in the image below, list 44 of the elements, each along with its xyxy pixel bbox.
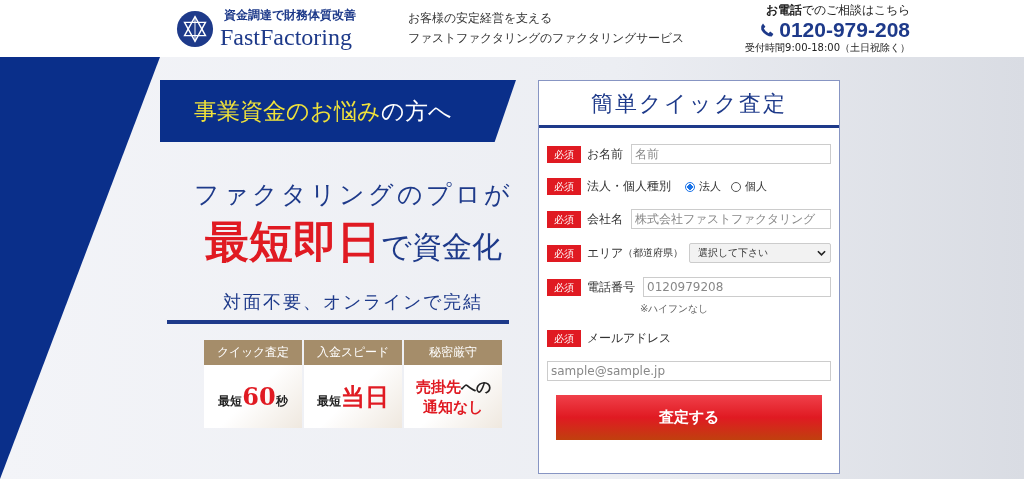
- phone-number[interactable]: 0120-979-208: [779, 19, 910, 41]
- header-catchphrase: ファストファクタリングのファクタリングサービス: [408, 30, 685, 47]
- header-catchphrase: お客様の安定経営を支える: [408, 10, 553, 27]
- feature-title: 入金スピード: [304, 340, 402, 365]
- feature-title: 秘密厳守: [404, 340, 502, 365]
- subheadline: 対面不要、オンラインで完結: [167, 290, 509, 324]
- headline-text: ファクタリングのプロが: [192, 179, 513, 211]
- required-badge: 必須: [547, 278, 581, 296]
- required-badge: 必須: [547, 145, 581, 163]
- input-field[interactable]: 株式会社ファストファクタリング: [631, 209, 831, 229]
- input-field[interactable]: 名前: [631, 144, 831, 164]
- field-label: メールアドレス: [587, 330, 671, 347]
- required-badge: 必須: [547, 330, 581, 347]
- required-badge: 必須: [547, 244, 581, 262]
- field-hint: ※ハイフンなし: [640, 302, 710, 316]
- field-label: お名前: [587, 145, 623, 163]
- form-title: 簡単クイック査定: [539, 81, 839, 128]
- input-field[interactable]: 0120979208: [643, 277, 831, 297]
- headline-banner: 事業資金のお悩みの方へ: [160, 80, 516, 142]
- field-label: エリア: [587, 244, 623, 262]
- field-label: 法人・個人種別: [587, 178, 671, 195]
- field-label: 会社名: [587, 210, 623, 228]
- input-field[interactable]: sample@sample.jp: [547, 361, 831, 381]
- feature-text: 最短当日: [317, 380, 389, 413]
- required-badge: 必須: [547, 178, 581, 195]
- area-dropdown[interactable]: 選択して下さい: [689, 243, 831, 263]
- headline-text: 最短即日 で資金化: [203, 215, 502, 269]
- star-logo-icon: [176, 9, 214, 48]
- feature-title: クイック査定: [204, 340, 302, 365]
- field-note: （都道府県）: [623, 246, 683, 260]
- feature-text: 通知なし: [423, 396, 483, 417]
- radio-option[interactable]: 法人: [685, 179, 721, 194]
- caret-icon: [817, 250, 826, 256]
- submit-button[interactable]: 査定する: [556, 395, 822, 440]
- feature-text: 売掛先への: [415, 376, 491, 397]
- business-hours: 受付時間9:00-18:00（土日祝除く）: [745, 41, 910, 55]
- feature-text: 最短60秒: [218, 382, 288, 411]
- required-badge: 必須: [547, 210, 581, 228]
- contact-lead: お電話でのご相談はこちら: [766, 2, 910, 19]
- phone-icon: [759, 22, 776, 38]
- logo-name: FastFactoring: [220, 24, 353, 50]
- field-label: 電話番号: [587, 278, 635, 296]
- logo-tagline: 資金調達で財務体質改善: [223, 7, 356, 24]
- radio-option[interactable]: 個人: [731, 179, 767, 194]
